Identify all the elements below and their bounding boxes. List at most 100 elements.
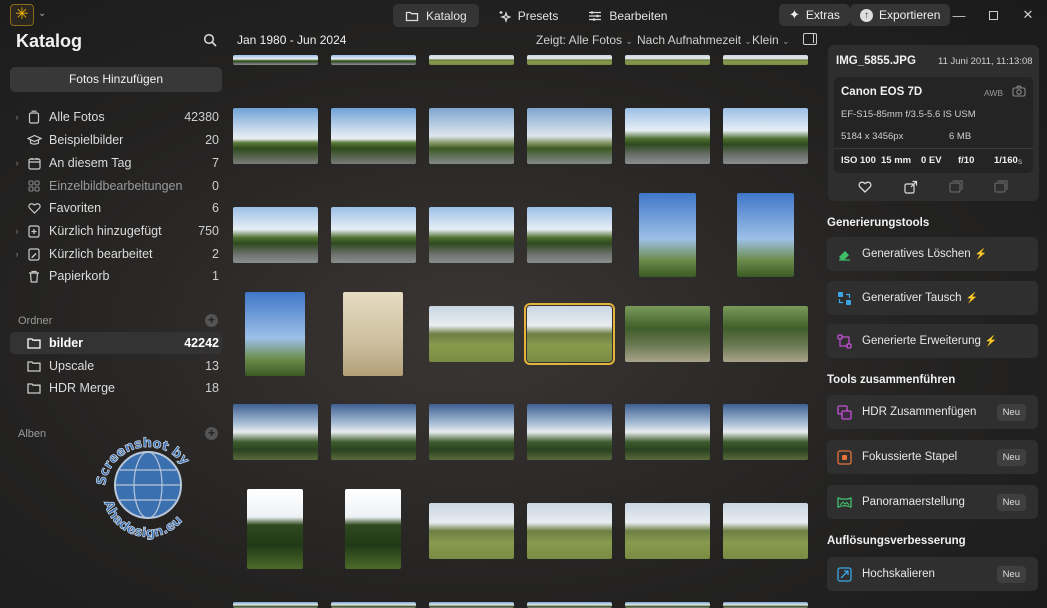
add-folder-icon[interactable]: + <box>205 314 218 327</box>
photo-thumbnail[interactable] <box>737 193 794 277</box>
sidebar-item-favoriten[interactable]: Favoriten 6 <box>10 197 222 219</box>
grid-icon <box>24 179 44 193</box>
tab-presets[interactable]: Presets <box>485 4 571 27</box>
sidebar-folder-bilder[interactable]: bilder 42242 <box>10 332 222 354</box>
photo-thumbnail[interactable] <box>723 55 808 65</box>
close-icon[interactable]: ✕ <box>1014 5 1042 25</box>
heart-icon[interactable] <box>858 180 872 193</box>
sidebar-item-an-diesem-tag[interactable]: › An diesem Tag 7 <box>10 152 222 174</box>
generative-erase-button[interactable]: Generatives Löschen ⚡ <box>827 237 1038 271</box>
photo-thumbnail[interactable] <box>429 207 514 263</box>
focus-stack-button[interactable]: Fokussierte Stapel Neu <box>827 440 1038 474</box>
photo-thumbnail[interactable] <box>625 602 710 608</box>
add-photos-button[interactable]: Fotos Hinzufügen <box>10 67 222 92</box>
photo-thumbnail[interactable] <box>233 108 318 164</box>
photo-thumbnail[interactable] <box>723 602 808 608</box>
add-album-icon[interactable]: + <box>205 427 218 440</box>
chevron-right-icon[interactable]: › <box>10 249 24 259</box>
photo-thumbnail[interactable] <box>625 108 710 164</box>
sidebar-item-label: Kürzlich hinzugefügt <box>49 224 162 238</box>
hdr-merge-button[interactable]: HDR Zusammenfügen Neu <box>827 395 1038 429</box>
stack-icon[interactable] <box>949 180 963 193</box>
photo-thumbnail[interactable] <box>429 404 514 460</box>
minimize-icon[interactable]: — <box>945 5 973 25</box>
photo-thumbnail[interactable] <box>247 489 303 569</box>
photo-thumbnail[interactable] <box>527 108 612 164</box>
chevron-right-icon[interactable]: › <box>10 112 24 122</box>
photo-thumbnail[interactable] <box>527 207 612 263</box>
extras-button[interactable]: ✦ Extras <box>779 4 850 26</box>
sidebar-item-papierkorb[interactable]: Papierkorb 1 <box>10 265 222 287</box>
sidebar-item-kurzlich-hinzugefugt[interactable]: › Kürzlich hinzugefügt 750 <box>10 220 222 242</box>
photo-thumbnail[interactable] <box>245 292 305 376</box>
photo-thumbnail[interactable] <box>331 602 416 608</box>
duplicate-icon[interactable] <box>994 180 1008 193</box>
tab-bearbeiten[interactable]: Bearbeiten <box>576 4 679 27</box>
iso-value: ISO 100 <box>841 155 876 166</box>
tool-label: Panoramaerstellung <box>862 496 965 508</box>
size-dropdown[interactable]: Klein ⌄ <box>752 33 790 47</box>
photo-thumbnail[interactable] <box>625 503 710 559</box>
photo-thumbnail[interactable] <box>527 602 612 608</box>
photo-thumbnail[interactable] <box>233 404 318 460</box>
sidebar-item-kurzlich-bearbeitet[interactable]: › Kürzlich bearbeitet 2 <box>10 243 222 265</box>
photo-thumbnail[interactable] <box>527 55 612 65</box>
sidebar-item-beispielbilder[interactable]: Beispielbilder 20 <box>10 129 222 151</box>
tab-katalog[interactable]: Katalog <box>393 4 479 27</box>
sort-dropdown[interactable]: Nach Aufnahmezeit ⌄ <box>637 33 752 47</box>
chevron-right-icon[interactable]: › <box>10 226 24 236</box>
upscale-button[interactable]: Hochskalieren Neu <box>827 557 1038 591</box>
generative-expand-button[interactable]: Generierte Erweiterung ⚡ <box>827 324 1038 358</box>
chevron-down-icon[interactable]: ⌄ <box>38 8 46 19</box>
sidebar-folder-hdr-merge[interactable]: HDR Merge 18 <box>10 377 222 399</box>
toggle-panel-icon[interactable] <box>803 33 817 45</box>
photo-thumbnail[interactable] <box>233 602 318 608</box>
photo-thumbnail[interactable] <box>639 193 696 277</box>
generative-swap-button[interactable]: Generativer Tausch ⚡ <box>827 281 1038 315</box>
photo-thumbnail[interactable] <box>429 306 514 362</box>
chevron-right-icon[interactable]: › <box>10 158 24 168</box>
date-range-label[interactable]: Jan 1980 - Jun 2024 <box>237 33 346 47</box>
photo-thumbnail[interactable] <box>331 55 416 65</box>
export-button[interactable]: ↑ Exportieren <box>850 4 951 26</box>
app-logo-icon[interactable]: ✳ <box>10 4 34 26</box>
photo-thumbnail[interactable] <box>723 306 808 362</box>
photo-thumbnail-selected[interactable] <box>524 303 615 365</box>
photo-thumbnail[interactable] <box>527 503 612 559</box>
filter-dropdown[interactable]: Zeigt: Alle Fotos ⌄ <box>536 33 633 47</box>
sidebar-item-label: Papierkorb <box>49 269 110 283</box>
sidebar-item-einzelbildbearbeitungen[interactable]: Einzelbildbearbeitungen 0 <box>10 175 222 197</box>
photo-thumbnail[interactable] <box>429 503 514 559</box>
photo-thumbnail[interactable] <box>345 489 401 569</box>
photo-thumbnail[interactable] <box>625 55 710 65</box>
panorama-button[interactable]: Panoramaerstellung Neu <box>827 485 1038 519</box>
photo-thumbnail[interactable] <box>429 55 514 65</box>
tool-label: HDR Zusammenfügen <box>862 406 977 418</box>
photo-thumbnail[interactable] <box>723 404 808 460</box>
photo-thumbnail[interactable] <box>331 207 416 263</box>
photo-thumbnail[interactable] <box>625 306 710 362</box>
photo-thumbnail[interactable] <box>429 602 514 608</box>
image-dimensions: 5184 x 3456px <box>841 131 904 142</box>
photo-thumbnail[interactable] <box>331 108 416 164</box>
photo-thumbnail[interactable] <box>331 404 416 460</box>
folder-count: 42242 <box>184 336 219 350</box>
photo-thumbnail[interactable] <box>527 404 612 460</box>
photo-thumbnail[interactable] <box>343 292 403 376</box>
photo-thumbnail[interactable] <box>723 108 808 164</box>
photo-thumbnail[interactable] <box>723 503 808 559</box>
search-icon[interactable] <box>203 33 217 47</box>
white-balance: AWB <box>984 88 1004 98</box>
photo-thumbnail[interactable] <box>233 207 318 263</box>
sidebar-folder-upscale[interactable]: Upscale 13 <box>10 355 222 377</box>
extras-label: Extras <box>805 8 840 22</box>
photo-thumbnail[interactable] <box>429 108 514 164</box>
tool-label: Generierte Erweiterung <box>862 335 981 347</box>
photo-thumbnail[interactable] <box>233 55 318 65</box>
maximize-icon[interactable] <box>979 5 1007 25</box>
share-icon[interactable] <box>904 180 918 194</box>
sidebar-item-label: An diesem Tag <box>49 156 132 170</box>
sidebar-item-alle-fotos[interactable]: › Alle Fotos 42380 <box>10 106 222 128</box>
photo-thumbnail[interactable] <box>625 404 710 460</box>
watermark-logo: Screenshot by Ahadesign.eu <box>94 436 193 540</box>
